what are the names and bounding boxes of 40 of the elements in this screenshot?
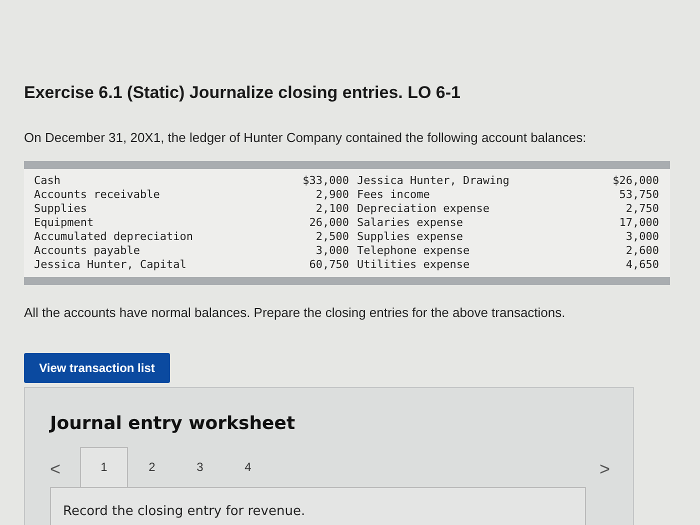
account-name: Supplies <box>34 202 88 216</box>
exercise-title: Exercise 6.1 (Static) Journalize closing entries. LO 6-1 <box>24 82 462 104</box>
account-name: Accounts receivable <box>34 188 161 202</box>
account-name: Cash <box>34 174 62 188</box>
account-amount: 4,650 <box>626 258 659 272</box>
account-name: Fees income <box>357 188 431 202</box>
previous-button[interactable]: < <box>50 456 80 486</box>
account-name: Supplies expense <box>357 230 464 244</box>
account-name: Jessica Hunter, Capital <box>34 258 188 272</box>
worksheet-tab[interactable]: 1 <box>80 446 128 486</box>
account-amount: 2,900 <box>316 188 349 202</box>
view-transaction-list-button[interactable]: View transaction list <box>24 352 170 382</box>
account-name: Salaries expense <box>357 216 464 230</box>
account-name: Depreciation expense <box>357 202 490 216</box>
instruction-text: All the accounts have normal balances. Prepare the closing entries for the above transactions. <box>24 304 566 322</box>
worksheet-tab[interactable]: 2 <box>128 446 176 486</box>
account-name: Accounts payable <box>34 244 141 258</box>
account-amount: 2,500 <box>316 230 349 244</box>
worksheet-tab[interactable]: 4 <box>224 446 272 486</box>
account-amount: 3,000 <box>626 230 659 244</box>
account-name: Equipment <box>34 216 95 230</box>
account-amount: 17,000 <box>619 216 659 230</box>
account-name: Telephone expense <box>357 244 471 258</box>
account-amount: 60,750 <box>309 258 349 272</box>
account-name: Utilities expense <box>357 258 471 272</box>
account-amount: $33,000 <box>302 174 349 188</box>
next-button[interactable]: > <box>599 456 610 486</box>
worksheet-title: Journal entry worksheet <box>50 412 296 436</box>
account-amount: 2,750 <box>626 202 659 216</box>
account-amount: 53,750 <box>619 188 659 202</box>
account-amount: $26,000 <box>612 174 659 188</box>
account-amount: 2,600 <box>626 244 659 258</box>
account-amount: 26,000 <box>309 216 349 230</box>
account-name: Accumulated depreciation <box>34 230 194 244</box>
account-amount: 2,100 <box>316 202 349 216</box>
worksheet-tab[interactable]: 3 <box>176 446 224 486</box>
prompt-text: Record the closing entry for revenue. <box>63 502 306 520</box>
intro-text: On December 31, 20X1, the ledger of Hunter Company contained the following account balances: <box>24 128 588 147</box>
account-amount: 3,000 <box>316 244 349 258</box>
account-name: Jessica Hunter, Drawing <box>357 174 510 188</box>
